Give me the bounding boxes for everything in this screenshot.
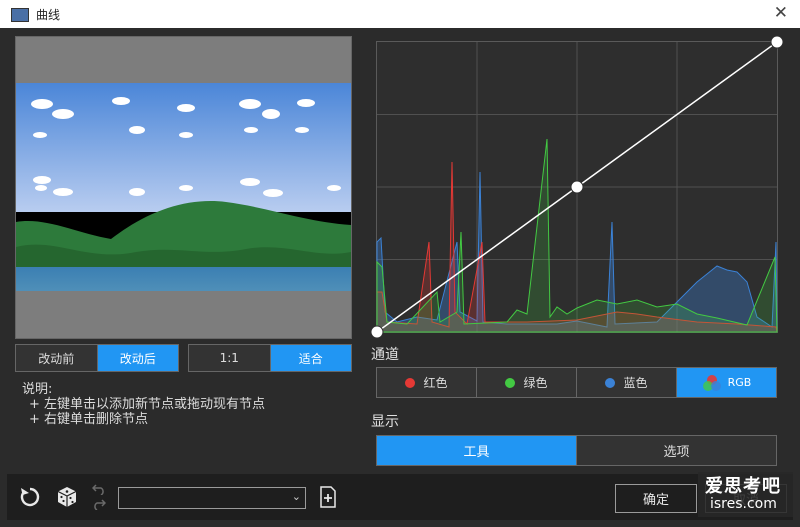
title-bar: 曲线 ✕ xyxy=(0,0,800,28)
app-icon xyxy=(11,8,29,22)
channel-rgb-label: RGB xyxy=(727,376,752,389)
chevron-down-icon: ⌄ xyxy=(291,490,301,503)
undo-icon xyxy=(92,484,104,495)
help-text: 说明: + 左键单击以添加新节点或拖动现有节点 + 右键单击删除节点 xyxy=(22,382,265,427)
rgb-circles-icon xyxy=(702,374,721,391)
channel-red-button[interactable]: 红色 xyxy=(377,368,476,397)
redo-icon xyxy=(94,499,106,510)
image-preview xyxy=(15,36,352,339)
tab-tools[interactable]: 工具 xyxy=(377,436,576,465)
display-label: 显示 xyxy=(371,414,399,430)
redo-button[interactable] xyxy=(90,497,108,511)
curve-node-0[interactable] xyxy=(370,325,384,339)
window-title: 曲线 xyxy=(36,8,61,22)
after-button[interactable]: 改动后 xyxy=(96,345,178,371)
before-after-toggle: 改动前 改动后 xyxy=(15,344,179,372)
display-tabs: 工具 选项 xyxy=(376,435,777,466)
curve-node-1[interactable] xyxy=(570,180,584,194)
random-button[interactable] xyxy=(54,484,80,510)
watermark-url: isres.com xyxy=(710,496,777,512)
preview-image xyxy=(16,37,351,338)
ok-button[interactable]: 确定 xyxy=(615,484,697,513)
before-button[interactable]: 改动前 xyxy=(16,345,97,371)
add-preset-icon xyxy=(320,486,336,508)
channel-label: 通道 xyxy=(371,347,399,363)
zoom-toggle: 1:1 适合 xyxy=(188,344,352,372)
channel-rgb-button[interactable]: RGB xyxy=(676,368,776,397)
close-icon[interactable]: ✕ xyxy=(774,3,788,23)
green-dot-icon xyxy=(505,377,516,388)
blue-dot-icon xyxy=(605,377,616,388)
preset-select[interactable]: ⌄ xyxy=(118,487,306,509)
curve-editor[interactable] xyxy=(370,35,784,339)
channel-blue-button[interactable]: 蓝色 xyxy=(576,368,676,397)
red-dot-icon xyxy=(405,377,416,388)
undo-button[interactable] xyxy=(90,482,108,496)
channel-green-button[interactable]: 绿色 xyxy=(476,368,576,397)
curve-node-2[interactable] xyxy=(770,35,784,49)
watermark: 爱思考吧 isres.com xyxy=(698,472,793,517)
help-line-right-click: + 右键单击删除节点 xyxy=(29,412,149,427)
save-preset-button[interactable] xyxy=(317,485,339,509)
curve-canvas[interactable] xyxy=(370,35,784,339)
help-heading: 说明: xyxy=(22,382,53,397)
reset-icon xyxy=(20,487,40,507)
reset-button[interactable] xyxy=(17,484,43,510)
channel-selector: 红色 绿色 蓝色 RGB xyxy=(376,367,777,398)
channel-green-label: 绿色 xyxy=(523,376,548,390)
dice-icon xyxy=(57,487,77,507)
zoom-actual-button[interactable]: 1:1 xyxy=(189,345,270,371)
tab-options[interactable]: 选项 xyxy=(576,436,776,465)
zoom-fit-button[interactable]: 适合 xyxy=(269,345,351,371)
watermark-title: 爱思考吧 xyxy=(705,476,781,497)
help-line-left-click: + 左键单击以添加新节点或拖动现有节点 xyxy=(29,397,266,412)
channel-blue-label: 蓝色 xyxy=(623,376,648,390)
channel-red-label: 红色 xyxy=(423,376,448,390)
